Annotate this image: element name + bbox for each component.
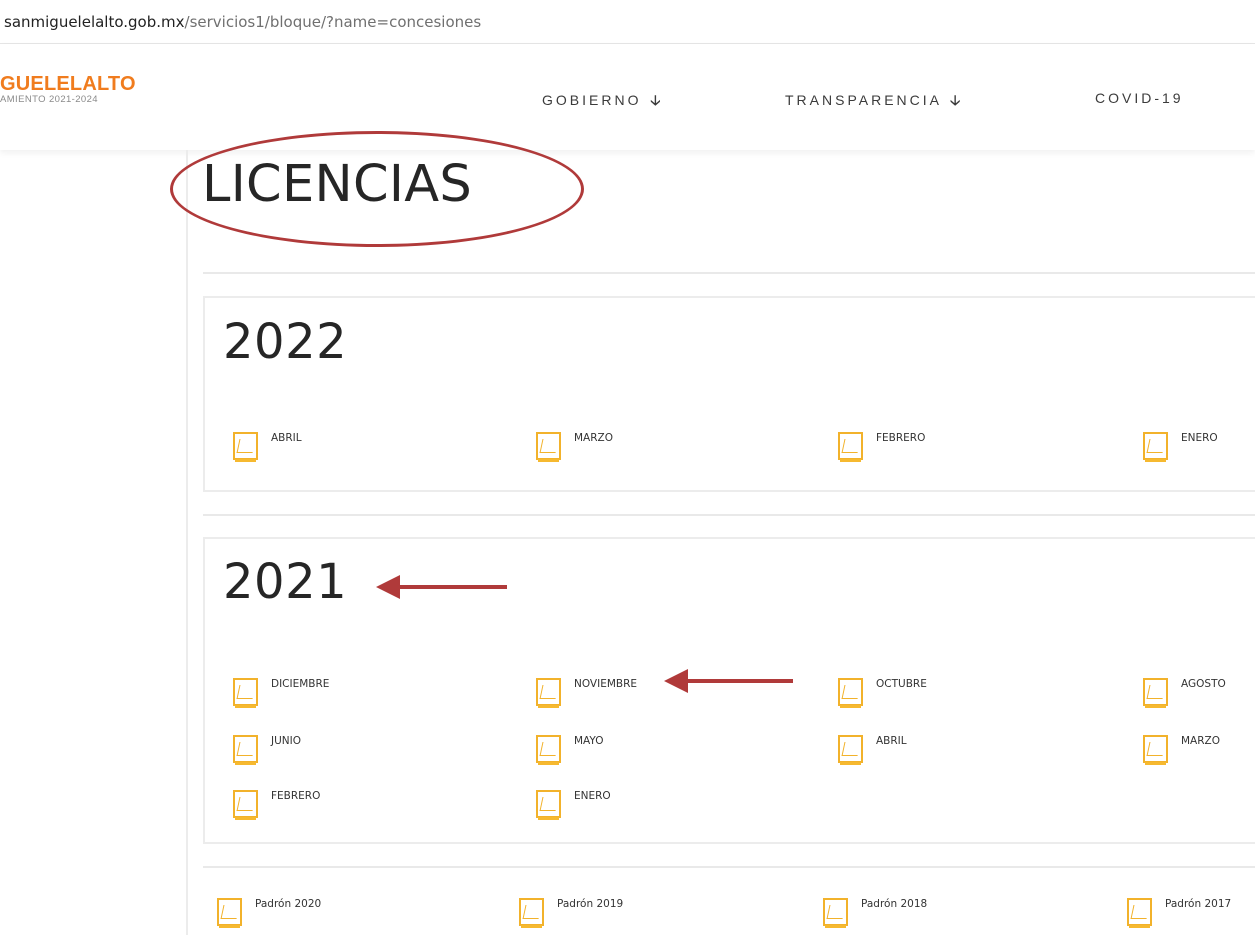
pdf-file-icon [536,735,561,765]
file-label: ABRIL [271,432,302,444]
file-label: DICIEMBRE [271,678,330,690]
url-text[interactable]: sanmiguelelalto.gob.mx/servicios1/bloque… [4,13,481,31]
pdf-file-icon [217,898,242,928]
file-label: AGOSTO [1181,678,1226,690]
pdf-file-icon [536,790,561,820]
file-label: Padrón 2019 [557,898,624,910]
section-year: 2022 [223,314,348,370]
site-header: GUELELALTO AMIENTO 2021-2024 GOBIERNO 🡣 … [0,44,1255,150]
file-label: OCTUBRE [876,678,927,690]
section-2022: 2022 ABRIL MARZO FEBRERO ENERO [203,296,1255,492]
divider [203,514,1255,516]
nav-covid[interactable]: COVID-19 [1095,90,1184,106]
pdf-file-icon [233,678,258,708]
arrow-down-icon: 🡣 [650,92,661,108]
pdf-file-icon [1143,432,1168,462]
pdf-file-icon [233,432,258,462]
highlight-ellipse [170,131,584,247]
url-path: /servicios1/bloque/?name=concesiones [184,13,482,31]
file-label: JUNIO [271,735,301,747]
pdf-file-icon [536,678,561,708]
pdf-file-icon [233,790,258,820]
file-label: Padrón 2017 [1165,898,1232,910]
browser-address-bar[interactable]: sanmiguelelalto.gob.mx/servicios1/bloque… [0,0,1255,44]
pdf-file-icon [838,432,863,462]
file-label: FEBRERO [271,790,321,802]
file-label: NOVIEMBRE [574,678,638,690]
pdf-file-icon [1127,898,1152,928]
section-2021: 2021 DICIEMBRE NOVIEMBRE OCTUBRE AGOSTO … [203,537,1255,844]
pdf-file-icon [519,898,544,928]
arrow-left-icon [664,669,688,693]
pdf-file-icon [1143,735,1168,765]
logo-title: GUELELALTO [0,73,136,95]
file-label: ENERO [1181,432,1218,444]
nav-transparencia[interactable]: TRANSPARENCIA 🡣 [785,90,960,114]
pdf-file-icon [823,898,848,928]
file-label: MARZO [1181,735,1220,747]
file-label: FEBRERO [876,432,926,444]
file-label: ABRIL [876,735,907,747]
nav-covid-label: COVID-19 [1095,90,1184,106]
file-label: ENERO [574,790,611,802]
url-host: sanmiguelelalto.gob.mx [4,13,185,31]
arrow-shaft [683,679,793,683]
pdf-file-icon [233,735,258,765]
pdf-file-icon [838,735,863,765]
section-year: 2021 [223,554,348,610]
nav-gobierno[interactable]: GOBIERNO 🡣 [542,90,660,114]
pdf-file-icon [838,678,863,708]
nav-gobierno-label: GOBIERNO [542,92,642,108]
file-label: Padrón 2018 [861,898,928,910]
site-logo[interactable]: GUELELALTO AMIENTO 2021-2024 [0,74,136,106]
arrow-left-icon [376,575,400,599]
logo-subtitle: AMIENTO 2021-2024 [0,94,98,105]
file-label: MARZO [574,432,613,444]
pdf-file-icon [536,432,561,462]
nav-transparencia-label: TRANSPARENCIA [785,92,942,108]
file-label: Padrón 2020 [255,898,322,910]
arrow-down-icon: 🡣 [950,92,961,108]
divider [203,866,1255,868]
arrow-shaft [395,585,507,589]
file-label: MAYO [574,735,604,747]
pdf-file-icon [1143,678,1168,708]
divider [203,272,1255,274]
content-left-border [186,150,188,935]
